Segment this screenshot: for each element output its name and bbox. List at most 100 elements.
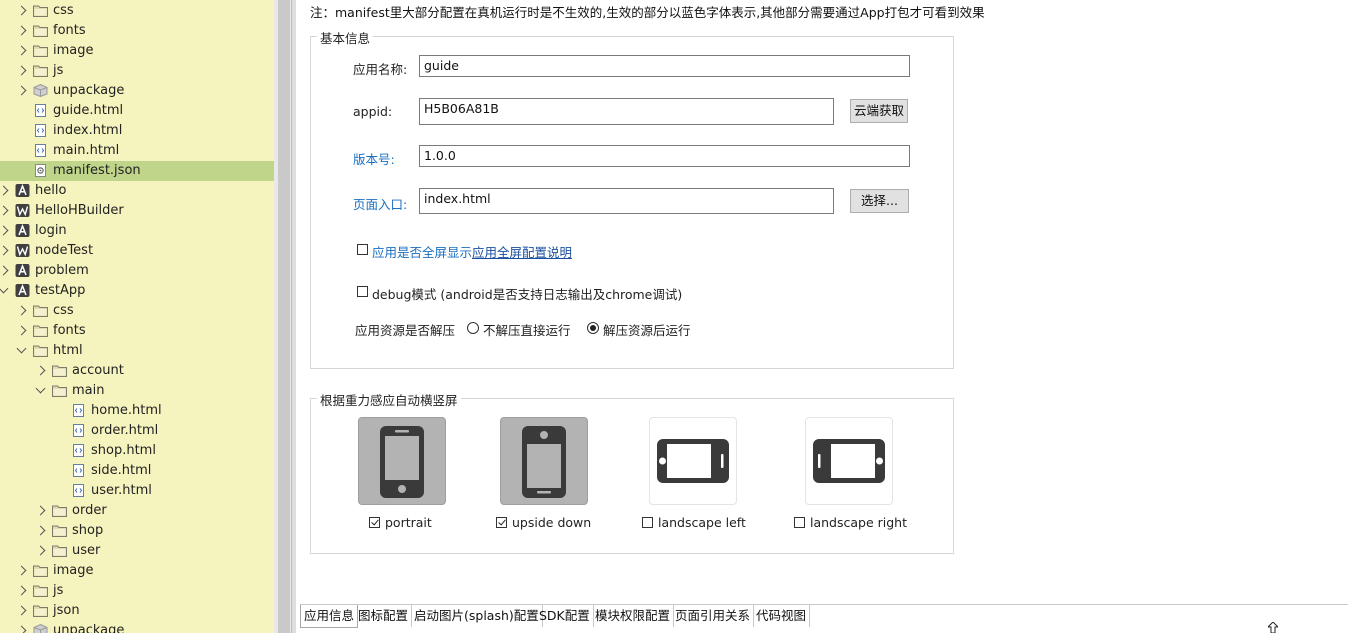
tree-item[interactable]: css — [0, 1, 274, 21]
chevron-right-icon[interactable] — [16, 585, 27, 596]
editor-tab[interactable]: 模块权限配置 — [592, 605, 675, 627]
tree-item[interactable]: json — [0, 601, 274, 621]
tree-item[interactable]: home.html — [0, 401, 274, 421]
chevron-right-icon[interactable] — [0, 245, 9, 256]
tree-item[interactable]: user — [0, 541, 274, 561]
folder-icon — [52, 384, 67, 397]
tree-item-label: manifest.json — [53, 163, 141, 178]
editor-tab[interactable]: 启动图片(splash)配置 — [411, 605, 543, 627]
cloud-fetch-button[interactable]: 云端获取 — [850, 99, 908, 123]
fullscreen-checkbox[interactable] — [357, 244, 368, 255]
appid-input[interactable]: H5B06A81B — [419, 98, 834, 125]
tree-item[interactable]: order — [0, 501, 274, 521]
tree-scrollbar-thumb[interactable] — [278, 0, 290, 633]
chevron-down-icon[interactable] — [35, 383, 46, 394]
tree-item[interactable]: css — [0, 301, 274, 321]
chevron-right-icon[interactable] — [35, 505, 46, 516]
version-input[interactable]: 1.0.0 — [419, 145, 910, 167]
tree-item-label: problem — [35, 263, 89, 278]
landscape-right-checkbox[interactable] — [794, 517, 805, 528]
landscape-left-tile[interactable] — [649, 417, 737, 505]
tree-item[interactable]: hello — [0, 181, 274, 201]
project-tree[interactable]: css fonts image js unpackage guide.html index.… — [0, 0, 274, 633]
chevron-right-icon[interactable] — [16, 605, 27, 616]
web-project-icon — [15, 204, 30, 217]
upside-down-checkbox[interactable] — [496, 517, 507, 528]
tree-item[interactable]: main — [0, 381, 274, 401]
chevron-right-icon[interactable] — [16, 325, 27, 336]
upside-down-tile[interactable] — [500, 417, 588, 505]
tree-item-label: user — [72, 543, 101, 558]
chevron-right-icon[interactable] — [16, 65, 27, 76]
tree-item[interactable]: fonts — [0, 321, 274, 341]
editor-tab[interactable]: 代码视图 — [753, 605, 811, 627]
unzip-radio[interactable] — [587, 322, 599, 334]
tree-item[interactable]: guide.html — [0, 101, 274, 121]
chevron-right-icon[interactable] — [16, 85, 27, 96]
tree-item[interactable]: order.html — [0, 421, 274, 441]
unzip-option-label[interactable]: 解压资源后运行 — [603, 320, 691, 339]
tree-item[interactable]: js — [0, 61, 274, 81]
landscape-right-tile[interactable] — [805, 417, 893, 505]
tree-item[interactable]: shop — [0, 521, 274, 541]
chevron-right-icon[interactable] — [16, 5, 27, 16]
chevron-down-icon[interactable] — [16, 343, 27, 354]
chevron-right-icon[interactable] — [16, 25, 27, 36]
tree-item-label: main — [72, 383, 105, 398]
tree-item[interactable]: image — [0, 561, 274, 581]
fullscreen-help-link[interactable]: 应用全屏配置说明 — [472, 242, 572, 261]
chevron-right-icon[interactable] — [0, 185, 9, 196]
debug-checkbox[interactable] — [357, 286, 368, 297]
tree-item[interactable]: testApp — [0, 281, 274, 301]
portrait-tile[interactable] — [358, 417, 446, 505]
chevron-right-icon[interactable] — [0, 205, 9, 216]
chevron-right-icon[interactable] — [35, 365, 46, 376]
chevron-right-icon[interactable] — [0, 265, 9, 276]
tree-item[interactable]: shop.html — [0, 441, 274, 461]
app-name-input[interactable]: guide — [419, 55, 910, 77]
tree-item[interactable]: fonts — [0, 21, 274, 41]
chevron-right-icon[interactable] — [16, 565, 27, 576]
tree-item[interactable]: problem — [0, 261, 274, 281]
tree-item[interactable]: unpackage — [0, 81, 274, 101]
landscape-left-checkbox[interactable] — [642, 517, 653, 528]
portrait-label[interactable]: portrait — [385, 515, 432, 530]
choose-button[interactable]: 选择... — [850, 189, 909, 213]
no-unzip-radio[interactable] — [467, 322, 479, 334]
editor-tab[interactable]: 图标配置 — [355, 605, 413, 627]
tree-item[interactable]: main.html — [0, 141, 274, 161]
tree-item[interactable]: side.html — [0, 461, 274, 481]
landscape-left-label[interactable]: landscape left — [658, 515, 746, 530]
tree-item[interactable]: login — [0, 221, 274, 241]
chevron-right-icon[interactable] — [16, 625, 27, 633]
fullscreen-label[interactable]: 应用是否全屏显示 — [372, 242, 472, 261]
tree-item[interactable]: image — [0, 41, 274, 61]
landscape-right-label[interactable]: landscape right — [810, 515, 907, 530]
editor-tab[interactable]: 应用信息 — [300, 605, 359, 628]
tree-item[interactable]: unpackage — [0, 621, 274, 633]
editor-tab[interactable]: SDK配置 — [536, 605, 594, 627]
editor-tab[interactable]: 页面引用关系 — [672, 605, 755, 627]
tree-item-label: unpackage — [53, 83, 125, 98]
tree-item[interactable]: manifest.json — [0, 161, 274, 181]
tree-item[interactable]: index.html — [0, 121, 274, 141]
chevron-right-icon[interactable] — [16, 45, 27, 56]
tree-item[interactable]: HelloHBuilder — [0, 201, 274, 221]
tree-item[interactable]: js — [0, 581, 274, 601]
chevron-right-icon[interactable] — [35, 525, 46, 536]
html-file-icon — [33, 144, 48, 157]
debug-label[interactable]: debug模式 (android是否支持日志输出及chrome调试) — [372, 284, 682, 303]
tree-item[interactable]: user.html — [0, 481, 274, 501]
tree-item[interactable]: html — [0, 341, 274, 361]
upside-down-label[interactable]: upside down — [512, 515, 591, 530]
chevron-right-icon[interactable] — [35, 545, 46, 556]
chevron-right-icon[interactable] — [16, 305, 27, 316]
no-unzip-label[interactable]: 不解压直接运行 — [483, 320, 571, 339]
chevron-down-icon[interactable] — [0, 283, 9, 294]
tree-item[interactable]: nodeTest — [0, 241, 274, 261]
package-icon — [33, 624, 48, 633]
portrait-checkbox[interactable] — [369, 517, 380, 528]
entry-page-input[interactable]: index.html — [419, 188, 834, 214]
chevron-right-icon[interactable] — [0, 225, 9, 236]
tree-item[interactable]: account — [0, 361, 274, 381]
